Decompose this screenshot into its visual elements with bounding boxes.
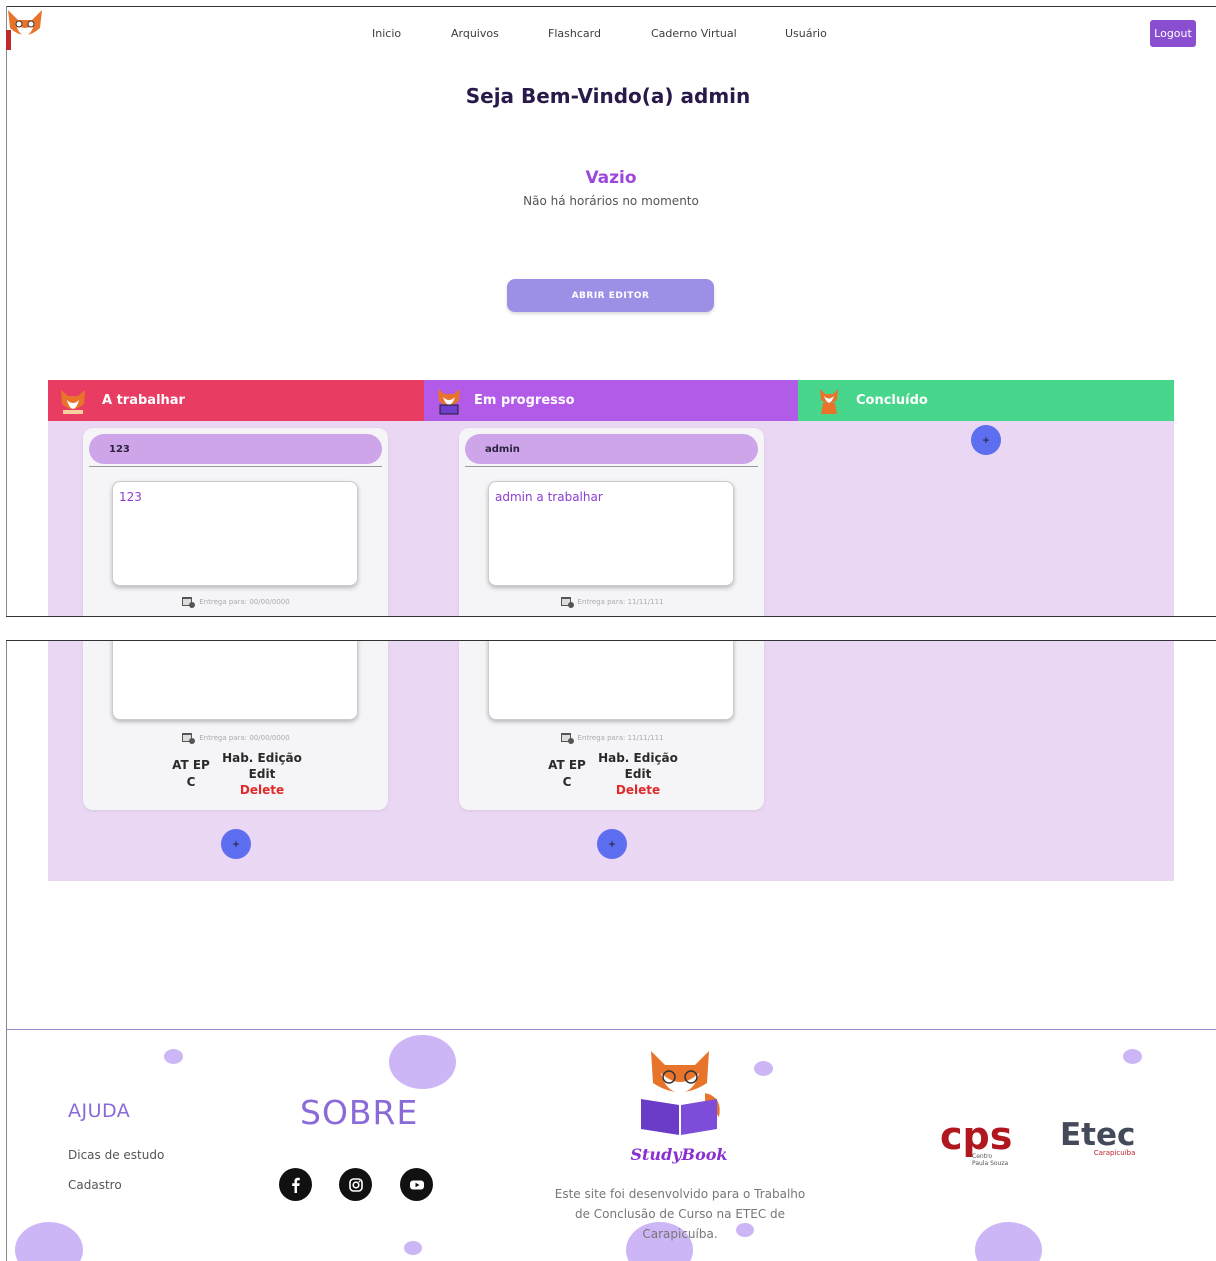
column-title-in-progress: Em progresso — [474, 393, 575, 408]
footer-help-title: AJUDA — [68, 1100, 131, 1122]
delete-button[interactable]: Delete — [593, 782, 683, 798]
task-card: admin admin a trabalhar Entrega para: 11… — [459, 428, 764, 616]
add-task-button-done[interactable]: + — [971, 425, 1001, 455]
edit-button[interactable]: Edit — [217, 766, 307, 782]
studybook-brand: StudyBook — [630, 1145, 728, 1164]
decor-bubble — [404, 1241, 422, 1255]
calendar-icon — [182, 733, 196, 744]
fox-laptop-icon — [438, 388, 460, 414]
delete-button[interactable]: Delete — [217, 782, 307, 798]
schedule-empty-title: Vazio — [585, 168, 637, 188]
decor-bubble — [389, 1035, 456, 1089]
status-line: C — [562, 775, 572, 789]
add-task-button-in-progress[interactable]: + — [597, 829, 627, 859]
page-title: Seja Bem-Vindo(a) admin — [465, 84, 751, 108]
task-card-bottom: Entrega para: 00/00/0000 AT EP C Hab. Ed… — [83, 641, 388, 810]
card-actions: Hab. Edição Edit Delete — [593, 750, 683, 798]
cps-logo-line2: Paula Souza — [972, 1160, 1009, 1167]
card-due-text: Entrega para: 00/00/0000 — [199, 733, 290, 742]
footer-border — [6, 1029, 1216, 1030]
add-task-button-todo[interactable]: + — [221, 829, 251, 859]
column-header-in-progress: Em progresso — [424, 380, 798, 421]
card-due: Entrega para: 11/11/111 — [459, 731, 764, 744]
status-line: C — [186, 775, 196, 789]
youtube-icon[interactable] — [400, 1168, 433, 1201]
card-divider — [89, 466, 382, 467]
footer-link-study-tips[interactable]: Dicas de estudo — [68, 1148, 164, 1162]
logout-button[interactable]: Logout — [1150, 20, 1196, 47]
card-due: Entrega para: 00/00/0000 — [83, 595, 388, 608]
card-text[interactable]: 123 — [112, 481, 358, 586]
open-editor-button[interactable]: ABRIR EDITOR — [507, 279, 714, 312]
card-due-text: Entrega para: 11/11/111 — [577, 597, 664, 606]
card-status[interactable]: AT EP C — [548, 757, 586, 791]
calendar-icon — [182, 597, 196, 608]
status-line: AT EP — [172, 758, 210, 772]
enable-edit-toggle[interactable]: Hab. Edição — [593, 750, 683, 766]
nav-flashcard[interactable]: Flashcard — [548, 27, 601, 40]
column-title-todo: A trabalhar — [102, 393, 185, 408]
nav-usuario[interactable]: Usuário — [785, 27, 827, 40]
enable-edit-toggle[interactable]: Hab. Edição — [217, 750, 307, 766]
fox-mascot-icon — [61, 389, 85, 414]
footer-link-register[interactable]: Cadastro — [68, 1178, 122, 1192]
card-status[interactable]: AT EP C — [172, 757, 210, 791]
footer-description: Este site foi desenvolvido para o Trabal… — [554, 1187, 806, 1241]
svg-text:cps: cps — [940, 1117, 1012, 1158]
navbar: Inicio Arquivos Flashcard Caderno Virtua… — [0, 6, 1216, 62]
card-divider — [465, 466, 758, 467]
column-title-done: Concluído — [856, 393, 928, 408]
nav-arquivos[interactable]: Arquivos — [451, 27, 499, 40]
task-card-bottom: Entrega para: 11/11/111 AT EP C Hab. Edi… — [459, 641, 764, 810]
card-due: Entrega para: 11/11/111 — [459, 595, 764, 608]
decor-bubble — [1123, 1049, 1142, 1064]
card-due-text: Entrega para: 11/11/111 — [577, 733, 664, 742]
decor-bubble — [164, 1049, 183, 1064]
task-card: 123 123 Entrega para: 00/00/0000 — [83, 428, 388, 616]
etec-logo-text: Etec — [1060, 1117, 1136, 1153]
column-header-done: Concluído — [798, 380, 1174, 421]
schedule-empty-message: Não há horários no momento — [523, 194, 699, 208]
etec-logo: Etec Carapicuíba — [1060, 1118, 1135, 1157]
edit-button[interactable]: Edit — [593, 766, 683, 782]
footer-about-title: SOBRE — [300, 1093, 419, 1132]
card-due-text: Entrega para: 00/00/0000 — [199, 597, 290, 606]
studybook-mascot-logo — [641, 1051, 720, 1135]
status-line: AT EP — [548, 758, 586, 772]
nav-caderno-virtual[interactable]: Caderno Virtual — [651, 27, 737, 40]
card-actions: Hab. Edição Edit Delete — [217, 750, 307, 798]
cps-logo-line1: Centro — [972, 1153, 993, 1160]
calendar-icon — [560, 733, 574, 744]
calendar-icon — [560, 597, 574, 608]
card-title[interactable]: admin — [465, 434, 758, 464]
fox-logo[interactable] — [2, 6, 48, 56]
column-header-todo: A trabalhar — [48, 380, 424, 421]
card-text-continued[interactable] — [488, 641, 734, 720]
cps-logo: cps Centro Paula Souza — [940, 1114, 1020, 1171]
decor-bubble — [754, 1061, 773, 1076]
nav-inicio[interactable]: Inicio — [372, 27, 401, 40]
decor-bubble — [15, 1222, 83, 1261]
card-text-continued[interactable] — [112, 641, 358, 720]
instagram-icon[interactable] — [339, 1168, 372, 1201]
card-title[interactable]: 123 — [89, 434, 382, 464]
seam-gap — [6, 617, 1216, 640]
card-text[interactable]: admin a trabalhar — [488, 481, 734, 586]
facebook-icon[interactable] — [279, 1168, 312, 1201]
card-due: Entrega para: 00/00/0000 — [83, 731, 388, 744]
decor-bubble — [975, 1222, 1042, 1261]
fox-happy-icon — [820, 388, 838, 414]
